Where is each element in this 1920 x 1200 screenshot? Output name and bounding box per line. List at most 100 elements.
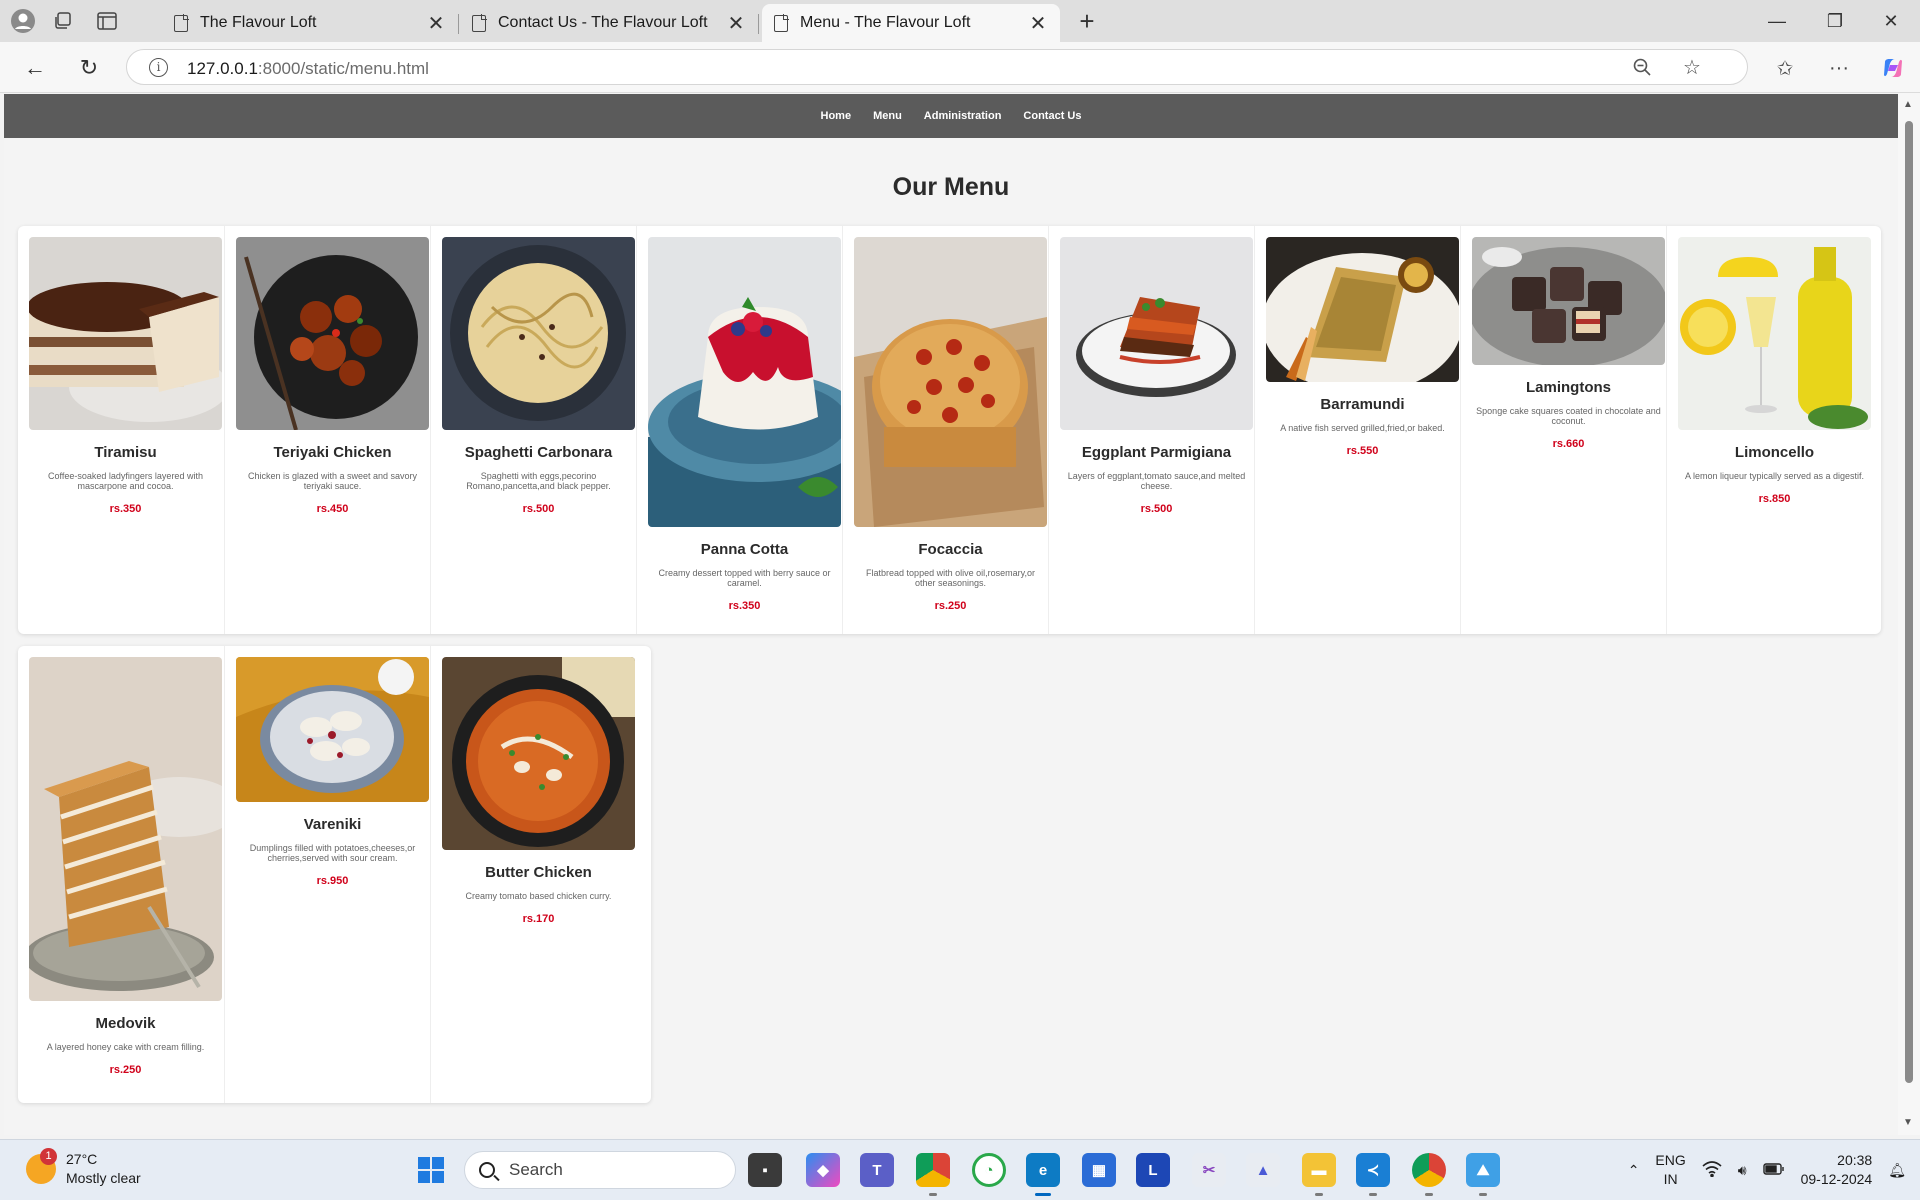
zoom-icon[interactable] (1627, 52, 1657, 82)
nav-administration-link[interactable]: Administration (924, 110, 1002, 122)
dish-price: rs.450 (316, 503, 349, 515)
dish-price: rs.350 (109, 503, 142, 515)
dish-price: rs.500 (1140, 503, 1173, 515)
dish-description: Dumplings filled with potatoes,cheeses,o… (249, 843, 416, 863)
taskbar: 1 27°C Mostly clear Search ▪ ◆ T ◔ e ▦ L… (0, 1139, 1920, 1200)
tab-title: The Flavour Loft (200, 14, 317, 31)
refresh-app-icon[interactable]: ◔ (972, 1153, 1006, 1187)
clock[interactable]: 20:38 09-12-2024 (1801, 1151, 1873, 1189)
close-tab-icon[interactable]: ✕ (426, 11, 446, 36)
vareniki-photo (236, 657, 429, 802)
address-bar[interactable]: i 127.0.0.1:8000/static/menu.html ☆ (126, 49, 1748, 85)
scroll-up-icon[interactable]: ▲ (1903, 99, 1913, 110)
task-view-icon[interactable]: ▪ (748, 1153, 782, 1187)
tab-contact[interactable]: Contact Us - The Flavour Loft ✕ (460, 4, 759, 42)
start-icon[interactable] (414, 1153, 448, 1187)
menu-card: Spaghetti Carbonara Spaghetti with eggs,… (430, 226, 636, 634)
workspaces-icon[interactable] (48, 7, 78, 35)
chevron-up-icon[interactable]: ⌃ (1628, 1162, 1640, 1179)
search-label: Search (509, 1160, 563, 1179)
notification-badge: 1 (40, 1148, 57, 1165)
arc-app-icon[interactable]: ▲ (1246, 1153, 1280, 1187)
menu-card: Lamingtons Sponge cake squares coated in… (1460, 226, 1666, 634)
notifications-bell-icon[interactable]: 🔔︎ (1888, 1162, 1906, 1179)
tab-actions-icon[interactable] (92, 7, 122, 35)
nav-menu-link[interactable]: Menu (873, 110, 902, 122)
refresh-icon[interactable]: ↻ (74, 53, 104, 83)
more-options-icon[interactable]: ··· (1824, 53, 1854, 83)
volume-icon[interactable]: 🔊︎ (1738, 1162, 1747, 1179)
menu-card: Medovik A layered honey cake with cream … (18, 646, 224, 1103)
tab-title: Contact Us - The Flavour Loft (498, 14, 708, 31)
dish-price: rs.550 (1346, 445, 1379, 457)
scroll-down-icon[interactable]: ▼ (1903, 1117, 1913, 1128)
dish-name: Panna Cotta (700, 541, 789, 558)
back-icon[interactable]: ← (20, 53, 50, 83)
page-icon (174, 14, 189, 32)
scrollbar-thumb[interactable] (1905, 121, 1913, 1083)
dish-name: Butter Chicken (485, 864, 592, 881)
copilot-icon[interactable] (1878, 53, 1908, 83)
url-text[interactable]: 127.0.0.1:8000/static/menu.html (187, 59, 429, 79)
menu-row: Tiramisu Coffee-soaked ladyfingers layer… (18, 226, 1881, 634)
snipping-tool-icon[interactable]: ✂ (1192, 1153, 1226, 1187)
dish-description: Flatbread topped with olive oil,rosemary… (866, 568, 1035, 588)
teams-icon[interactable]: T (860, 1153, 894, 1187)
dish-description: Spaghetti with eggs,pecorino Romano,panc… (466, 471, 611, 491)
menu-row: Medovik A layered honey cake with cream … (18, 646, 651, 1103)
tab-home[interactable]: The Flavour Loft ✕ (162, 4, 459, 42)
card-info: Focaccia Flatbread topped with olive oil… (854, 527, 1047, 612)
vscode-icon[interactable]: ≺ (1356, 1153, 1390, 1196)
language-indicator[interactable]: ENG IN (1655, 1151, 1685, 1189)
battery-icon[interactable] (1762, 1162, 1785, 1178)
page-icon (472, 14, 487, 32)
butter-chicken-photo (442, 657, 635, 850)
photos-icon[interactable]: ⛰ (1466, 1153, 1500, 1196)
card-info: Eggplant Parmigiana Layers of eggplant,t… (1060, 430, 1253, 515)
dish-description: Creamy tomato based chicken curry. (465, 891, 612, 901)
restore-icon[interactable]: ❐ (1806, 0, 1864, 42)
card-info: Teriyaki Chicken Chicken is glazed with … (236, 430, 429, 515)
new-tab-icon[interactable]: + (1072, 6, 1102, 36)
card-info: Vareniki Dumplings filled with potatoes,… (236, 802, 429, 887)
close-tab-icon[interactable]: ✕ (726, 11, 746, 36)
dish-name: Spaghetti Carbonara (464, 444, 613, 461)
favorite-star-icon[interactable]: ☆ (1677, 52, 1707, 82)
language-label: ENG (1655, 1152, 1686, 1168)
card-info: Tiramisu Coffee-soaked ladyfingers layer… (29, 430, 222, 515)
chrome-profile-icon[interactable] (1412, 1153, 1446, 1196)
close-window-icon[interactable]: ✕ (1862, 0, 1920, 42)
barramundi-photo (1266, 237, 1459, 382)
tiramisu-photo (29, 237, 222, 430)
page-scrollbar[interactable]: ▲ ▼ (1898, 93, 1920, 1135)
store-icon[interactable]: ▦ (1082, 1153, 1116, 1187)
tab-menu[interactable]: Menu - The Flavour Loft ✕ (762, 4, 1060, 42)
close-tab-icon[interactable]: ✕ (1028, 11, 1048, 36)
profile-icon[interactable] (8, 7, 38, 35)
wifi-icon[interactable] (1702, 1160, 1722, 1180)
favorites-icon[interactable]: ✩ (1770, 53, 1800, 83)
weather-widget[interactable]: 1 27°C Mostly clear (26, 1148, 141, 1188)
chrome-icon[interactable] (916, 1153, 950, 1196)
card-info: Spaghetti Carbonara Spaghetti with eggs,… (442, 430, 635, 515)
site-info-icon[interactable]: i (149, 58, 168, 77)
nav-home-link[interactable]: Home (821, 110, 852, 122)
nav-contact-link[interactable]: Contact Us (1023, 110, 1081, 122)
dish-price: rs.250 (934, 600, 967, 612)
dish-name: Tiramisu (94, 444, 157, 461)
minimize-icon[interactable]: — (1748, 0, 1806, 42)
card-info: Medovik A layered honey cake with cream … (29, 1001, 222, 1076)
spaghetti-carbonara-photo (442, 237, 635, 430)
dish-name: Focaccia (918, 541, 983, 558)
menu-card: Panna Cotta Creamy dessert topped with b… (636, 226, 842, 634)
l-app-icon[interactable]: L (1136, 1153, 1170, 1187)
dish-description: Coffee-soaked ladyfingers layered with m… (48, 471, 203, 491)
teriyaki-chicken-photo (236, 237, 429, 430)
copilot-app-icon[interactable]: ◆ (806, 1153, 840, 1187)
lamingtons-photo (1472, 237, 1665, 365)
file-explorer-icon[interactable]: ▬ (1302, 1153, 1336, 1196)
taskbar-search[interactable]: Search (464, 1151, 736, 1189)
medovik-photo (29, 657, 222, 1001)
date-label: 09-12-2024 (1800, 1171, 1873, 1187)
edge-icon[interactable]: e (1026, 1153, 1060, 1196)
